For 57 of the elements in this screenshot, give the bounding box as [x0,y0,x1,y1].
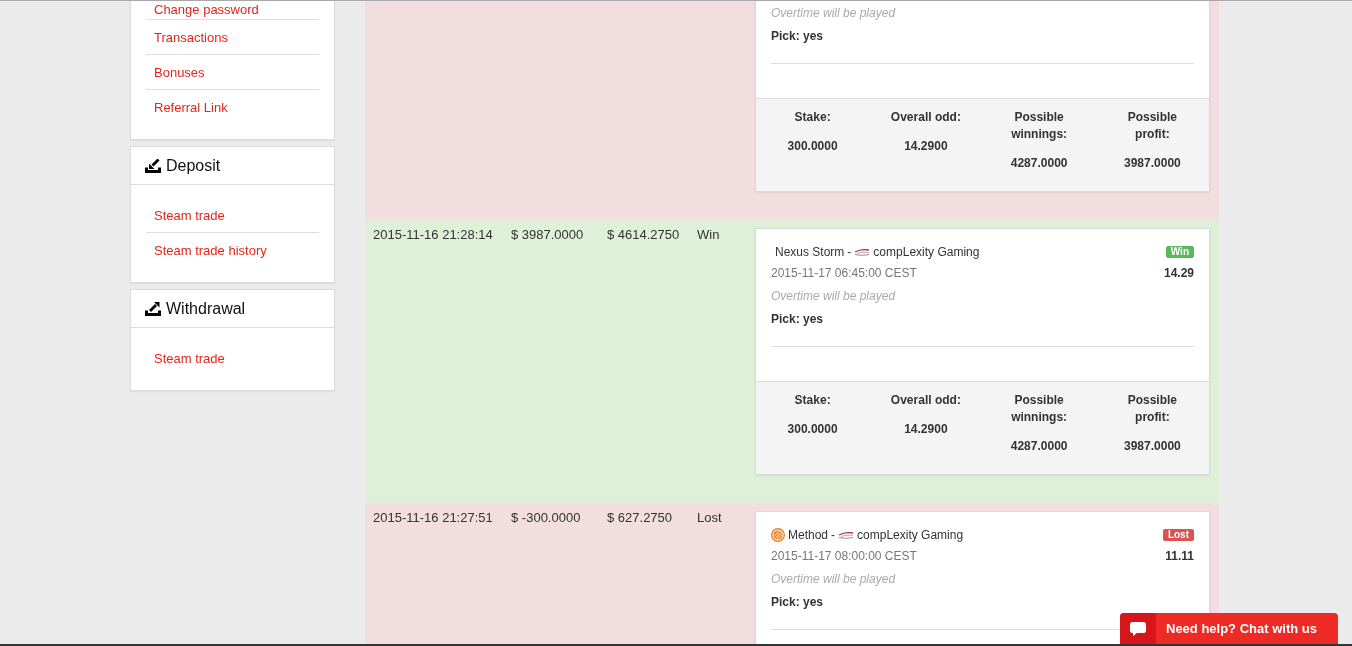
summary-label: Stake: [794,109,831,126]
match-odds: 14.29 [1163,266,1194,280]
striped-disc-icon [771,528,785,542]
team-separator: - [831,528,836,542]
summary-value: 14.2900 [904,421,948,438]
match-time: 2015-11-17 08:00:00 CEST [771,549,917,563]
panel-title: Withdrawal [166,299,246,318]
summary-value: 14.2900 [904,138,948,155]
summary-label: Stake: [794,392,831,409]
bet-status: Win [697,228,720,242]
bet-date: 2015-11-16 21:28:14 [373,228,493,242]
overtime-note: Overtime will be played [771,571,896,586]
summary-value: 300.0000 [787,138,838,155]
team-separator: - [847,245,852,259]
match-time: 2015-11-17 06:45:00 CEST [771,266,917,280]
summary-label: Possible profit: [1126,109,1179,143]
summary-value: 3987.0000 [1124,155,1181,172]
bet-status: Lost [697,511,722,525]
pick-text: Pick: yes [771,311,824,326]
pick-text: Pick: yes [771,28,824,43]
bet-balance: $ 4614.2750 [607,228,680,242]
summary-label: Overall odd: [890,109,961,126]
result-badge: Win [1165,246,1194,258]
overtime-note: Overtime will be played [771,5,896,20]
overtime-note: Overtime will be played [771,288,896,303]
summary-value: 4287.0000 [1010,155,1068,172]
summary-label: Possible profit: [1126,392,1179,426]
tray-in-icon [145,158,161,173]
sidebar-link[interactable]: Transactions [154,30,228,45]
sidebar-link[interactable]: Change password [154,2,259,17]
summary-value: 3987.0000 [1124,438,1181,455]
sidebar-link[interactable]: Bonuses [154,65,205,80]
tray-out-icon [145,301,161,316]
summary-label: Overall odd: [890,392,961,409]
panel-title: Deposit [166,156,221,175]
swoosh-icon [854,248,871,256]
summary-value: 300.0000 [787,421,838,438]
team-name: compLexity Gaming [873,245,980,259]
bet-date: 2015-11-16 21:27:51 [373,511,493,525]
summary-value: 4287.0000 [1010,438,1068,455]
team-name: Nexus Storm [775,245,845,259]
sidebar-link[interactable]: Referral Link [154,100,228,115]
summary-label: Possible winnings: [1010,109,1069,143]
swoosh-icon [838,531,855,539]
match-odds: 11.11 [1165,549,1194,563]
sidebar-link[interactable]: Steam trade history [154,243,267,258]
chat-button[interactable]: Need help? Chat with us [1120,613,1338,644]
bet-balance: $ 627.2750 [607,511,673,525]
team-name: Method [788,528,829,542]
result-badge: Lost [1162,529,1194,541]
sidebar-link[interactable]: Steam trade [154,351,225,366]
summary-label: Possible winnings: [1010,392,1069,426]
bet-amount: $ 3987.0000 [511,228,584,242]
bet-amount: $ -300.0000 [511,511,581,525]
team-name: compLexity Gaming [857,528,964,542]
sidebar-link[interactable]: Steam trade [154,208,225,223]
pick-text: Pick: yes [771,594,824,609]
